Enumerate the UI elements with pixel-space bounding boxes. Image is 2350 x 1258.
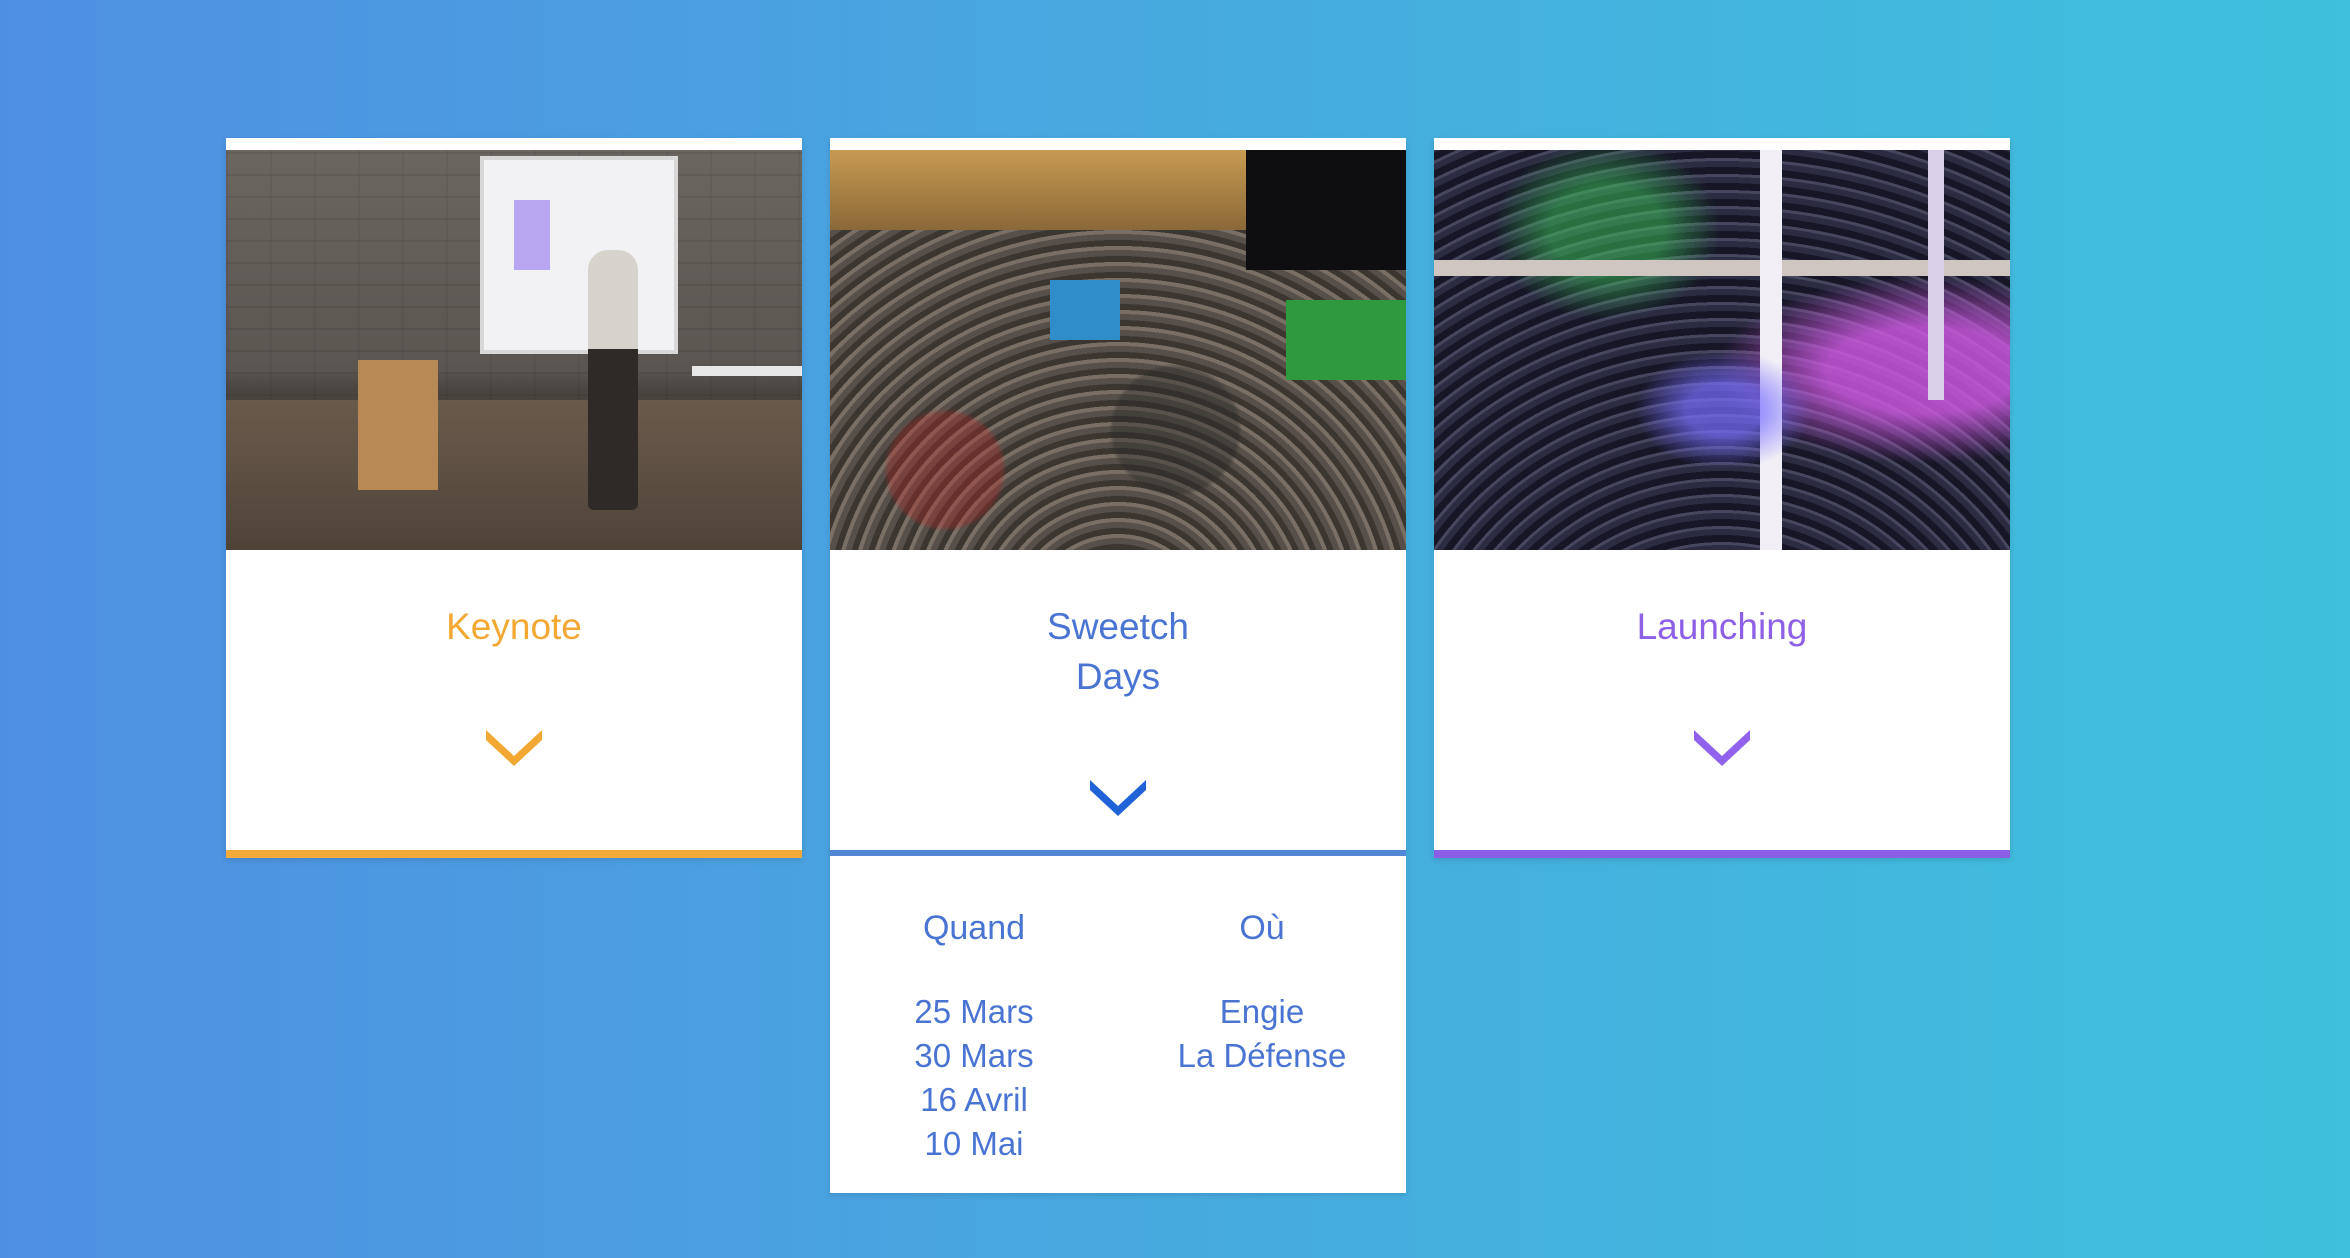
keynote-photo — [226, 150, 802, 550]
card-accent-bar — [226, 850, 802, 858]
card-top-strip — [226, 138, 802, 150]
card-title: Sweetch Days — [1047, 606, 1189, 697]
card-title: Launching — [1636, 606, 1808, 647]
sweetch-days-photo — [830, 150, 1406, 550]
event-details-panel: Quand 25 Mars 30 Mars 16 Avril 10 Mai Où… — [830, 856, 1406, 1193]
card-body: Keynote — [226, 550, 802, 850]
chevron-down-icon[interactable] — [484, 726, 544, 766]
place-item: La Défense — [1177, 1037, 1347, 1074]
card-title: Keynote — [446, 606, 582, 647]
chevron-down-icon[interactable] — [1692, 726, 1752, 766]
date-item: 16 Avril — [920, 1081, 1028, 1118]
when-column: Quand 25 Mars 30 Mars 16 Avril 10 Mai — [830, 906, 1118, 1166]
date-item: 10 Mai — [924, 1125, 1024, 1162]
where-label: Où — [1239, 909, 1285, 947]
place-item: Engie — [1219, 993, 1305, 1030]
card-body: Launching — [1434, 550, 2010, 850]
card-body: Sweetch Days — [830, 550, 1406, 850]
card-top-strip — [1434, 138, 2010, 150]
when-label: Quand — [922, 909, 1026, 947]
date-item: 30 Mars — [914, 1037, 1034, 1074]
launching-photo — [1434, 150, 2010, 550]
event-card-keynote[interactable]: Keynote — [226, 138, 802, 858]
chevron-down-icon[interactable] — [1088, 776, 1148, 816]
event-card-launching[interactable]: Launching — [1434, 138, 2010, 858]
card-top-strip — [830, 138, 1406, 150]
card-accent-bar — [1434, 850, 2010, 858]
where-column: Où Engie La Défense — [1118, 906, 1406, 1078]
event-card-sweetch-days[interactable]: Sweetch Days Quand 25 Mars 30 Mars 16 Av… — [830, 138, 1406, 1193]
date-item: 25 Mars — [914, 993, 1034, 1030]
